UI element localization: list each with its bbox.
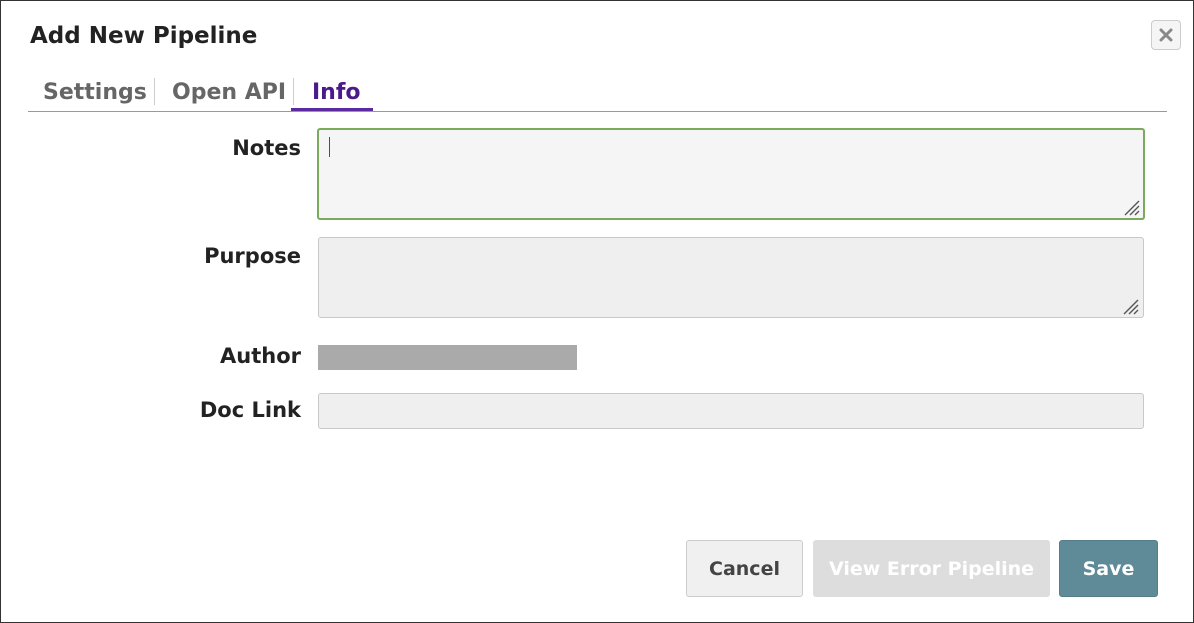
- tab-divider: [154, 78, 155, 105]
- cancel-button[interactable]: Cancel: [686, 540, 803, 597]
- add-pipeline-dialog: Add New Pipeline Settings Open API Info …: [0, 0, 1194, 623]
- active-tab-indicator: [291, 108, 373, 111]
- resize-handle-icon[interactable]: [1120, 296, 1140, 316]
- purpose-textarea[interactable]: [318, 237, 1144, 318]
- purpose-label: Purpose: [204, 244, 301, 268]
- tab-divider: [293, 78, 294, 105]
- text-cursor: [329, 137, 330, 157]
- author-label: Author: [220, 344, 301, 368]
- dialog-title: Add New Pipeline: [30, 23, 258, 49]
- notes-textarea[interactable]: [317, 128, 1145, 220]
- tab-bar: Settings Open API Info: [28, 75, 1167, 112]
- tab-info[interactable]: Info: [312, 75, 361, 110]
- close-icon: [1159, 28, 1173, 42]
- save-button[interactable]: Save: [1059, 540, 1158, 597]
- notes-label: Notes: [232, 136, 301, 160]
- close-button[interactable]: [1151, 20, 1181, 50]
- resize-handle-icon[interactable]: [1121, 197, 1141, 217]
- tab-open-api[interactable]: Open API: [172, 75, 286, 110]
- view-error-pipeline-button[interactable]: View Error Pipeline: [813, 540, 1050, 597]
- author-value-redacted: [318, 345, 577, 370]
- tab-settings[interactable]: Settings: [43, 75, 147, 110]
- doc-link-label: Doc Link: [199, 398, 301, 422]
- doc-link-input[interactable]: [318, 393, 1144, 429]
